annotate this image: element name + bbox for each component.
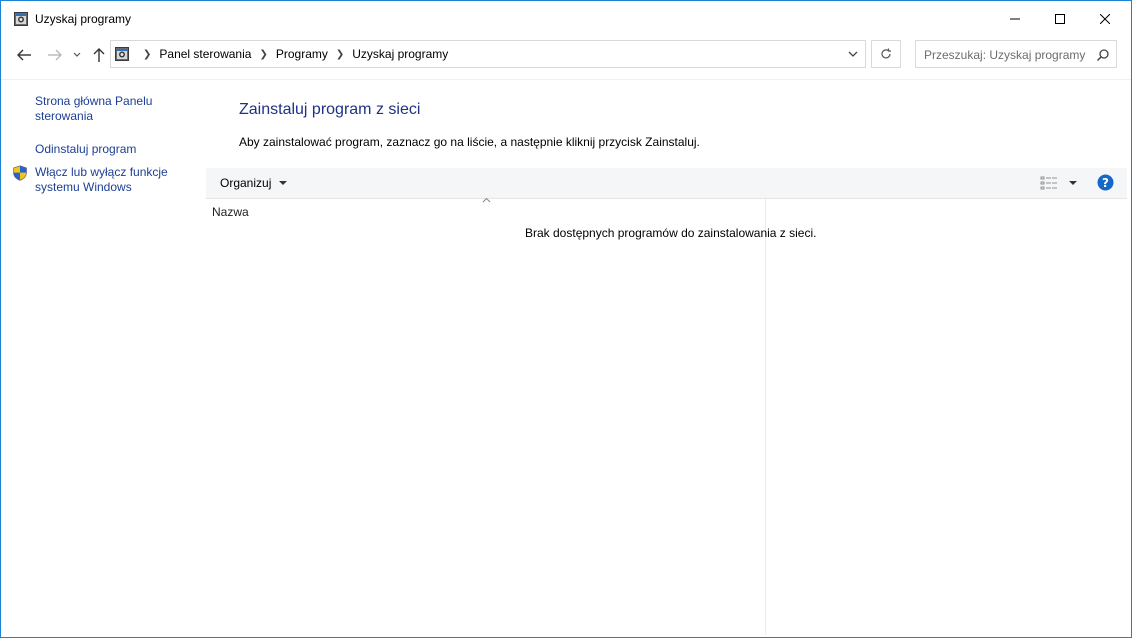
search-input[interactable]: Przeszukaj: Uzyskaj programy	[915, 40, 1117, 68]
window-title: Uzyskaj programy	[35, 12, 132, 26]
recent-locations-button[interactable]	[69, 43, 85, 67]
control-panel-icon	[115, 47, 129, 61]
minimize-icon	[1010, 18, 1020, 20]
caret-down-icon	[279, 181, 288, 185]
breadcrumb-item-get-programs[interactable]: Uzyskaj programy	[352, 47, 448, 61]
view-options-icon[interactable]	[1040, 175, 1058, 191]
shield-icon	[13, 165, 27, 181]
chevron-down-icon	[73, 52, 81, 57]
forward-button[interactable]	[44, 43, 66, 67]
refresh-button[interactable]	[871, 40, 901, 68]
search-placeholder: Przeszukaj: Uzyskaj programy	[924, 48, 1086, 62]
help-icon[interactable]: ?	[1097, 174, 1114, 191]
page-title: Zainstaluj program z sieci	[239, 101, 421, 118]
column-divider[interactable]	[765, 199, 766, 635]
up-arrow-icon	[93, 48, 105, 62]
sidebar-item-uninstall-program[interactable]: Odinstaluj program	[35, 142, 195, 157]
breadcrumb-item-programs[interactable]: Programy	[276, 47, 328, 61]
control-panel-icon	[14, 12, 28, 26]
column-label-name: Nazwa	[212, 205, 249, 219]
command-bar: Organizuj ?	[206, 168, 1127, 199]
close-button[interactable]	[1082, 1, 1128, 37]
address-bar[interactable]: ❯ Panel sterowania ❯ Programy ❯ Uzyskaj …	[110, 40, 866, 68]
chevron-right-icon[interactable]: ❯	[143, 49, 151, 60]
organize-label: Organizuj	[220, 176, 272, 190]
refresh-icon	[881, 48, 891, 59]
forward-arrow-icon	[48, 49, 62, 61]
window: Uzyskaj programy ❯ Panel sterowania ❯ Pr…	[0, 0, 1132, 638]
breadcrumb: ❯ Panel sterowania ❯ Programy ❯ Uzyskaj …	[135, 41, 448, 67]
maximize-icon	[1055, 14, 1065, 24]
back-button[interactable]	[13, 43, 35, 67]
chevron-right-icon[interactable]: ❯	[336, 49, 344, 60]
maximize-button[interactable]	[1037, 1, 1083, 37]
up-button[interactable]	[88, 43, 110, 67]
sidebar: Strona główna Panelu sterowania Odinstal…	[1, 80, 205, 637]
chevron-right-icon[interactable]: ❯	[259, 49, 267, 60]
search-icon[interactable]	[1096, 48, 1110, 62]
caret-down-icon[interactable]	[1068, 178, 1078, 188]
organize-button[interactable]: Organizuj	[214, 168, 293, 198]
navigation-bar: ❯ Panel sterowania ❯ Programy ❯ Uzyskaj …	[1, 37, 1131, 73]
empty-list-message: Brak dostępnych programów do zainstalowa…	[525, 226, 817, 240]
sidebar-item-windows-features[interactable]: Włącz lub wyłącz funkcje systemu Windows	[35, 165, 195, 195]
sidebar-item-control-panel-home[interactable]: Strona główna Panelu sterowania	[35, 94, 195, 124]
instruction-text: Aby zainstalować program, zaznacz go na …	[239, 135, 700, 149]
chevron-down-icon[interactable]	[847, 48, 859, 60]
sort-ascending-icon	[482, 197, 491, 203]
close-icon	[1100, 14, 1110, 24]
program-list[interactable]: Nazwa Brak dostępnych programów do zains…	[206, 197, 1127, 635]
breadcrumb-item-control-panel[interactable]: Panel sterowania	[159, 47, 251, 61]
title-bar[interactable]: Uzyskaj programy	[1, 1, 1131, 37]
minimize-button[interactable]	[992, 1, 1038, 37]
column-header-name[interactable]: Nazwa	[206, 197, 765, 223]
back-arrow-icon	[17, 49, 31, 61]
svg-text:?: ?	[1102, 176, 1109, 190]
